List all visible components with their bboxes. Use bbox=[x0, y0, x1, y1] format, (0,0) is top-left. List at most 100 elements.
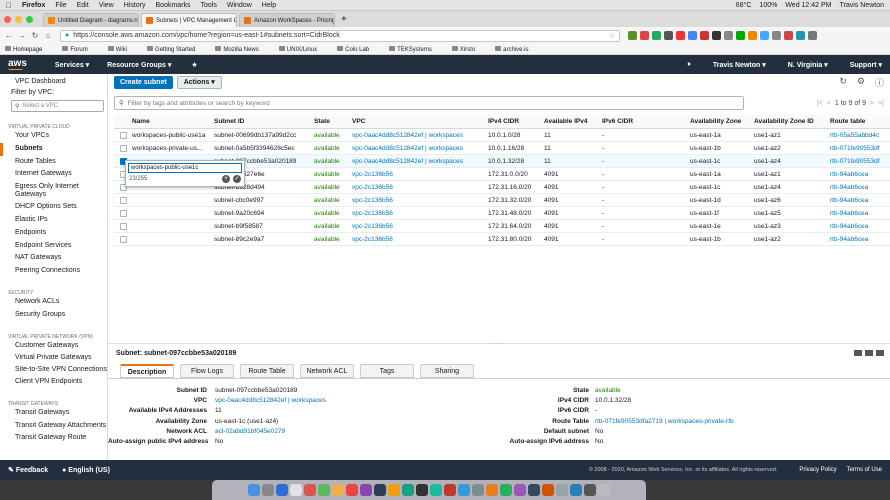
sidebar-item[interactable]: Internet Gateways bbox=[0, 168, 107, 181]
aws-logo[interactable]: aws bbox=[8, 58, 27, 70]
row-checkbox[interactable] bbox=[119, 196, 127, 204]
column-header[interactable]: Name bbox=[128, 118, 210, 125]
detail-tab[interactable]: Network ACL bbox=[300, 364, 354, 378]
sidebar-item[interactable]: Your VPCs bbox=[0, 130, 107, 143]
cell-rt[interactable]: rtb-94ab6cea bbox=[826, 236, 890, 243]
dock-app-icon[interactable] bbox=[584, 484, 596, 496]
cell-rt[interactable]: rtb-94ab6cea bbox=[826, 184, 890, 191]
cell-vpc[interactable]: vpc-2c136b56 bbox=[348, 184, 484, 191]
dock-app-icon[interactable] bbox=[458, 484, 470, 496]
home-icon[interactable]: ⌂ bbox=[43, 31, 53, 40]
forward-icon[interactable]: → bbox=[17, 31, 27, 40]
back-icon[interactable]: ← bbox=[4, 31, 14, 40]
dock-app-icon[interactable] bbox=[444, 484, 456, 496]
user-menu[interactable]: Travis Newton ▾ bbox=[713, 61, 766, 69]
cancel-edit-icon[interactable]: × bbox=[222, 175, 230, 183]
menu-history[interactable]: History bbox=[124, 2, 146, 9]
dock-app-icon[interactable] bbox=[304, 484, 316, 496]
apple-icon[interactable]:  bbox=[6, 1, 12, 10]
column-header[interactable]: Available IPv4 bbox=[540, 118, 598, 125]
cell-rt[interactable]: rtb-05a55abbd4c bbox=[826, 132, 890, 139]
row-checkbox[interactable] bbox=[119, 222, 127, 230]
refresh-icon[interactable]: ↻ bbox=[839, 76, 847, 89]
dock-app-icon[interactable] bbox=[430, 484, 442, 496]
sidebar-item[interactable]: Site-to-Site VPN Connections bbox=[0, 364, 107, 376]
extension-icon[interactable] bbox=[628, 31, 637, 40]
table-row[interactable]: subnet-89c2e9a7 available vpc-2c136b56 172.… bbox=[114, 233, 890, 246]
sidebar-item[interactable]: Route Tables bbox=[0, 156, 107, 169]
column-header[interactable]: VPC bbox=[348, 118, 484, 125]
cell-rt[interactable]: rtb-94ab6cea bbox=[826, 171, 890, 178]
filter-search-input[interactable]: ⚲ Filter by tags and attributes or searc… bbox=[114, 96, 744, 110]
extension-icon[interactable] bbox=[724, 31, 733, 40]
prev-page-icon[interactable]: < bbox=[827, 100, 831, 107]
dock-app-icon[interactable] bbox=[290, 484, 302, 496]
cell-vpc[interactable]: vpc-2c136b56 bbox=[348, 210, 484, 217]
cell-vpc[interactable]: vpc-0aac4dd8c512842ef | workspaces bbox=[348, 158, 484, 165]
sidebar-item[interactable]: Transit Gateways bbox=[0, 407, 107, 420]
services-menu[interactable]: Services ▾ bbox=[55, 61, 89, 69]
field-value[interactable]: vpc-0aac4dd8c512842ef | workspaces bbox=[215, 397, 505, 404]
bookmark-item[interactable]: Homepage bbox=[5, 45, 52, 53]
column-header[interactable]: Subnet ID bbox=[210, 118, 310, 125]
detail-tab[interactable]: Route Table bbox=[240, 364, 294, 378]
dock-app-icon[interactable] bbox=[542, 484, 554, 496]
cell-rt[interactable]: rtb-94ab6cea bbox=[826, 223, 890, 230]
support-menu[interactable]: Support ▾ bbox=[850, 61, 882, 69]
row-checkbox[interactable] bbox=[119, 209, 127, 217]
dock-app-icon[interactable] bbox=[472, 484, 484, 496]
pin-icon[interactable]: ★ bbox=[191, 61, 197, 69]
sidebar-item[interactable]: Network ACLs bbox=[0, 296, 107, 309]
extension-icon[interactable] bbox=[640, 31, 649, 40]
reload-icon[interactable]: ↻ bbox=[30, 31, 40, 40]
dock-app-icon[interactable] bbox=[332, 484, 344, 496]
dock-app-icon[interactable] bbox=[598, 484, 610, 496]
column-header[interactable]: IPv4 CIDR bbox=[484, 118, 540, 125]
extension-icon[interactable] bbox=[784, 31, 793, 40]
bookmark-item[interactable]: Xirsto bbox=[451, 45, 485, 53]
sidebar-item[interactable]: NAT Gateways bbox=[0, 252, 107, 265]
cell-vpc[interactable]: vpc-2c136b56 bbox=[348, 236, 484, 243]
last-page-icon[interactable]: >| bbox=[878, 100, 884, 107]
first-page-icon[interactable]: |< bbox=[817, 100, 823, 107]
next-page-icon[interactable]: > bbox=[870, 100, 874, 107]
cell-vpc[interactable]: vpc-2c136b56 bbox=[348, 223, 484, 230]
url-bar[interactable]: ● https://console.aws.amazon.com/vpc/hom… bbox=[60, 29, 620, 42]
browser-tab[interactable]: Untitled Diagram - diagrams.net× bbox=[43, 13, 139, 27]
dock-app-icon[interactable] bbox=[318, 484, 330, 496]
menu-app[interactable]: Firefox bbox=[22, 2, 45, 9]
detail-tab[interactable]: Tags bbox=[360, 364, 414, 378]
bookmark-item[interactable]: UNIX/Linux bbox=[278, 45, 327, 53]
sidebar-item[interactable]: Egress Only Internet Gateways bbox=[0, 181, 107, 201]
sidebar-item[interactable]: Subnets bbox=[0, 142, 107, 156]
layout-split-icon[interactable] bbox=[865, 350, 873, 356]
column-header[interactable]: Availability Zone bbox=[686, 118, 750, 125]
layout-full-icon[interactable] bbox=[876, 350, 884, 356]
sidebar-item[interactable]: Endpoints bbox=[0, 227, 107, 240]
table-row[interactable]: subnet-9a20c694 available vpc-2c136b56 172.… bbox=[114, 207, 890, 220]
gear-icon[interactable]: ⚙ bbox=[857, 76, 865, 89]
column-header[interactable]: Route table bbox=[826, 118, 890, 125]
table-row[interactable]: subnet-cbc0e997 available vpc-2c136b56 172.… bbox=[114, 194, 890, 207]
field-value[interactable]: acl-02abd91bf045e0279 bbox=[215, 428, 505, 435]
bookmark-item[interactable]: Getting Started bbox=[147, 45, 205, 53]
menu-help[interactable]: Help bbox=[262, 2, 276, 9]
cell-vpc[interactable]: vpc-0aac4dd8c512842ef | workspaces bbox=[348, 145, 484, 152]
extension-icon[interactable] bbox=[760, 31, 769, 40]
resource-groups-menu[interactable]: Resource Groups ▾ bbox=[107, 61, 171, 69]
table-row[interactable]: workspaces-public-use1a subnet-00699db137… bbox=[114, 129, 890, 142]
cell-rt[interactable]: rtb-94ab6cea bbox=[826, 197, 890, 204]
extension-icon[interactable] bbox=[688, 31, 697, 40]
layout-bottom-icon[interactable] bbox=[854, 350, 862, 356]
dock-app-icon[interactable] bbox=[556, 484, 568, 496]
dock-app-icon[interactable] bbox=[360, 484, 372, 496]
menu-file[interactable]: File bbox=[55, 2, 66, 9]
privacy-link[interactable]: Privacy Policy bbox=[799, 467, 836, 473]
terms-link[interactable]: Terms of Use bbox=[847, 467, 882, 473]
cell-rt[interactable]: rtb-071fe90553df bbox=[826, 158, 890, 165]
detail-tab[interactable]: Sharing bbox=[420, 364, 474, 378]
bell-icon[interactable]: ♦ bbox=[687, 61, 691, 69]
dock-app-icon[interactable] bbox=[570, 484, 582, 496]
sidebar-item[interactable]: Virtual Private Gateways bbox=[0, 352, 107, 364]
dock-app-icon[interactable] bbox=[514, 484, 526, 496]
